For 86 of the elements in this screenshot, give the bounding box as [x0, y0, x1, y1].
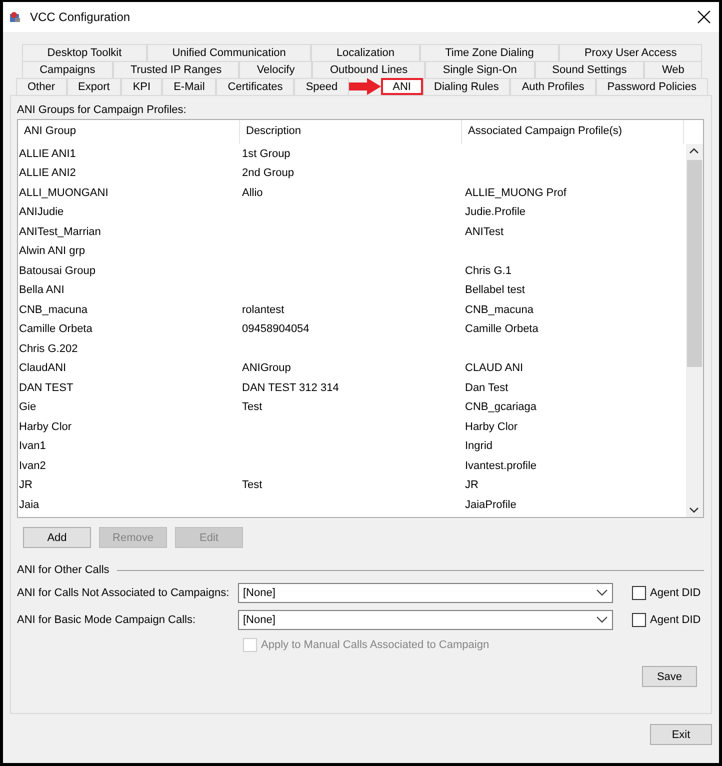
agent-did-checkbox[interactable]: Agent DID: [632, 586, 701, 600]
table-cell: Alwin ANI grp: [19, 245, 86, 258]
table-cell: ANIGroup: [242, 362, 291, 374]
table-cell: Camille Orbeta: [19, 323, 92, 336]
table-cell: ALLI_MUONGANI: [19, 186, 108, 199]
arrow-icon: [349, 78, 382, 95]
exit-button[interactable]: Exit: [650, 724, 712, 745]
tab[interactable]: Desktop Toolkit: [22, 44, 147, 61]
table-cell: DAN TEST 312 314: [242, 382, 339, 394]
tab[interactable]: Auth Profiles: [510, 78, 596, 95]
table-cell: 09458904054: [242, 323, 310, 336]
group-title: ANI for Other Calls: [17, 564, 110, 576]
tab[interactable]: E-Mail: [162, 78, 216, 95]
tab[interactable]: ANI: [381, 78, 423, 95]
table-cell: Test: [242, 401, 262, 414]
tab[interactable]: Password Policies: [596, 78, 708, 95]
column-header[interactable]: Description: [240, 120, 462, 144]
field-label: ANI for Calls Not Associated to Campaigns:: [17, 587, 230, 599]
chevron-down-icon: [596, 589, 608, 597]
field-label: ANI for Basic Mode Campaign Calls:: [17, 614, 197, 626]
save-button[interactable]: Save: [642, 666, 697, 687]
table-cell: ANITest: [465, 226, 504, 238]
table-cell: JaiaProfile: [465, 498, 516, 511]
table-cell: Chris G.1: [465, 264, 512, 277]
table-cell: ANITest_Marrian: [19, 226, 101, 238]
table-cell: ANIJudie: [19, 206, 64, 218]
tab[interactable]: Velocify: [239, 61, 312, 78]
table-cell: ALLIE ANI1: [19, 148, 76, 160]
tab[interactable]: Certificates: [216, 78, 294, 95]
table-cell: Harby Clor: [465, 420, 518, 433]
table-cell: ALLIE_MUONG Prof: [465, 186, 566, 199]
column-header[interactable]: ANI Group: [18, 120, 240, 144]
table-cell: rolantest: [242, 304, 284, 316]
table-cell: Gie: [19, 401, 36, 414]
tab[interactable]: Sound Settings: [534, 61, 644, 78]
table-cell: DAN TEST: [19, 382, 74, 394]
ani-dropdown[interactable]: [None]: [238, 610, 613, 630]
chevron-down-icon: [596, 616, 608, 624]
table-cell: ALLIE ANI2: [19, 167, 76, 180]
scrollbar[interactable]: [686, 144, 703, 517]
table-cell: 2nd Group: [242, 167, 294, 180]
close-icon[interactable]: [697, 10, 711, 24]
action-button[interactable]: Add: [23, 527, 91, 548]
table-cell: 1st Group: [242, 148, 290, 160]
tab[interactable]: Other: [16, 78, 67, 95]
tab[interactable]: Trusted IP Ranges: [112, 61, 240, 78]
table-cell: Dan Test: [465, 382, 508, 394]
table-cell: Bellabel test: [465, 284, 525, 296]
tab[interactable]: Localization: [311, 44, 420, 61]
ani-dropdown[interactable]: [None]: [238, 583, 613, 603]
tab[interactable]: Proxy User Access: [559, 44, 702, 61]
window-title: VCC Configuration: [30, 10, 132, 24]
table-cell: CNB_gcariaga: [465, 401, 537, 414]
table-cell: CLAUD ANI: [465, 362, 524, 374]
table-cell: CNB_macuna: [465, 304, 534, 316]
tab[interactable]: KPI: [121, 78, 162, 95]
table-cell: JR: [19, 479, 32, 492]
tab[interactable]: Web: [644, 61, 702, 78]
tab[interactable]: Export: [66, 78, 122, 95]
table-cell: Ivan2: [19, 460, 46, 472]
table-cell: Allio: [242, 186, 263, 199]
table-cell: Ivan1: [19, 440, 46, 452]
table-cell: Ingrid: [465, 440, 493, 452]
tab[interactable]: Time Zone Dialing: [420, 44, 560, 61]
table-cell: Chris G.202: [19, 342, 78, 355]
table-cell: Test: [242, 479, 262, 492]
section-label: ANI Groups for Campaign Profiles:: [17, 104, 188, 116]
table-cell: CNB_macuna: [19, 304, 88, 316]
table-cell: ClaudANI: [19, 362, 66, 374]
table-cell: Jaia: [19, 498, 40, 511]
tab[interactable]: Campaigns: [22, 61, 113, 78]
tab[interactable]: Speed: [294, 78, 350, 95]
table-cell: JR: [465, 479, 478, 492]
table-cell: Ivantest.profile: [465, 460, 537, 472]
table-cell: Batousai Group: [19, 264, 96, 277]
tab[interactable]: Unified Communication: [146, 44, 312, 61]
table-cell: Harby Clor: [19, 420, 72, 433]
table-cell: Judie.Profile: [465, 206, 526, 218]
tab[interactable]: Single Sign-On: [425, 61, 535, 78]
tab[interactable]: Dialing Rules: [422, 78, 510, 95]
table-cell: Bella ANI: [19, 284, 64, 296]
agent-did-checkbox[interactable]: Agent DID: [632, 613, 701, 627]
table-cell: Camille Orbeta: [465, 323, 538, 336]
tab[interactable]: Outbound Lines: [312, 61, 426, 78]
scroll-thumb[interactable]: [687, 160, 702, 367]
app-icon: [9, 11, 21, 23]
